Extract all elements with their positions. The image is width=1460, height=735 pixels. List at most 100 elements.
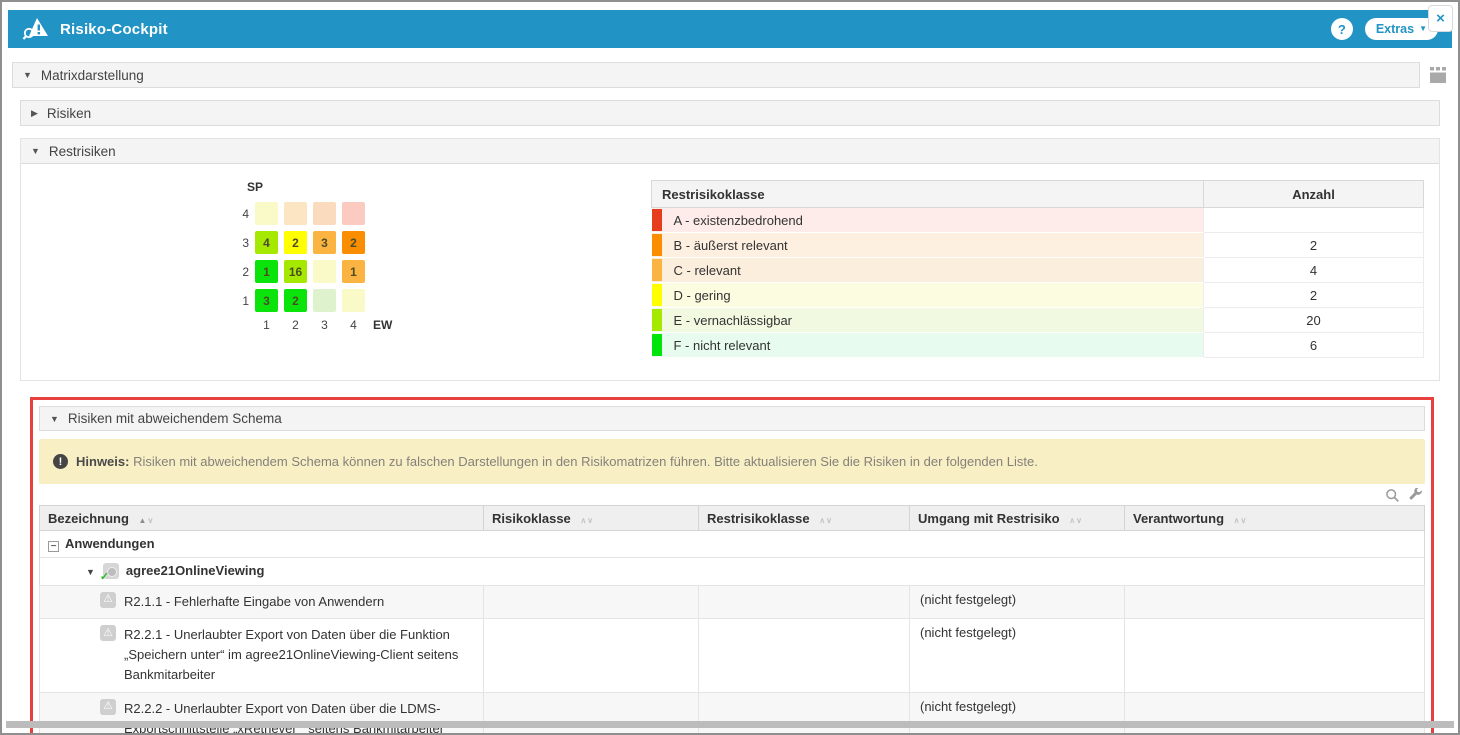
risk-verantwortung	[1125, 586, 1425, 619]
risk-row[interactable]: ⚠ R2.2.2 - Unerlaubter Export von Daten …	[40, 692, 1425, 735]
class-label: E - vernachlässigbar	[674, 313, 793, 328]
matrix-cell: 16	[284, 260, 307, 283]
search-icon[interactable]	[1384, 487, 1400, 503]
risk-restrisikoklasse	[699, 619, 910, 692]
restrisiken-panel: ▼ Restrisiken SP 4 3 4 2 3 2	[20, 138, 1440, 381]
risk-umgang: (nicht festgelegt)	[910, 692, 1125, 735]
class-count	[1204, 208, 1424, 233]
help-button[interactable]: ?	[1331, 18, 1353, 40]
class-count: 2	[1204, 233, 1424, 258]
class-color-chip	[652, 209, 662, 231]
class-color-chip	[652, 234, 662, 256]
collapse-minus-icon[interactable]: −	[48, 541, 59, 552]
expand-caret-icon: ▶	[31, 108, 38, 119]
section-restrisiken-label: Restrisiken	[49, 144, 116, 159]
matrix-cell: 3	[313, 231, 336, 254]
section-schema[interactable]: ▼ Risiken mit abweichendem Schema	[39, 406, 1425, 431]
matrix-cell	[284, 202, 307, 225]
matrix-cell	[313, 289, 336, 312]
table-row: B - äußerst relevant 2	[652, 233, 1424, 258]
class-count: 20	[1204, 308, 1424, 333]
section-risiken-label: Risiken	[47, 106, 91, 121]
risk-search-icon	[22, 17, 52, 41]
hint-text: Hinweis: Risiken mit abweichendem Schema…	[76, 454, 1038, 469]
class-label: B - äußerst relevant	[674, 238, 788, 253]
column-header-umgang[interactable]: Umgang mit Restrisiko ∧∨	[910, 506, 1125, 531]
column-header-bezeichnung[interactable]: Bezeichnung ▲∨	[40, 506, 484, 531]
sort-icons: ∧∨	[1069, 516, 1083, 525]
risk-row[interactable]: ⚠ R2.1.1 - Fehlerhafte Eingabe von Anwen…	[40, 586, 1425, 619]
matrix-view-button[interactable]	[1426, 62, 1450, 88]
matrix-x-axis: 1 2 3 4 EW	[255, 318, 409, 332]
matrix-row-label: 2	[233, 265, 249, 279]
app-row-agree21onlineviewing[interactable]: ▼ ✓ agree21OnlineViewing	[40, 558, 1425, 586]
column-header-restrisikoklasse[interactable]: Restrisikoklasse ∧∨	[699, 506, 910, 531]
risk-umgang: (nicht festgelegt)	[910, 619, 1125, 692]
class-label: F - nicht relevant	[674, 338, 771, 353]
group-row-anwendungen: −Anwendungen	[40, 531, 1425, 558]
risk-warning-icon: ⚠	[100, 625, 116, 641]
section-matrixdarstellung[interactable]: ▼ Matrixdarstellung	[12, 62, 1420, 88]
risk-warning-icon: ⚠	[100, 699, 116, 715]
collapse-caret-icon: ▼	[31, 146, 40, 156]
risk-risikoklasse	[484, 586, 699, 619]
check-icon: ✓	[100, 570, 109, 583]
class-color-chip	[652, 334, 662, 356]
matrix-y-axis-label: SP	[247, 180, 409, 194]
matrix-cell	[255, 202, 278, 225]
matrix-col-label: 3	[313, 318, 336, 332]
risk-restrisikoklasse	[699, 692, 910, 735]
restrisikoklassen-table-wrap: Restrisikoklasse Anzahl A - existenzbedr…	[651, 180, 1424, 358]
info-icon: !	[53, 454, 68, 469]
risk-matrix: SP 4 3 4 2 3 2 2 1 1	[233, 180, 409, 358]
wrench-icon[interactable]	[1407, 487, 1423, 503]
column-header-risikoklasse[interactable]: Risikoklasse ∧∨	[484, 506, 699, 531]
class-count: 2	[1204, 283, 1424, 308]
window-bottom-edge	[6, 721, 1454, 728]
collapse-caret-icon[interactable]: ▼	[86, 567, 95, 577]
matrix-cell	[313, 202, 336, 225]
application-icon: ✓	[103, 563, 119, 579]
matrix-cell	[342, 202, 365, 225]
matrix-cell: 3	[255, 289, 278, 312]
risk-warning-icon: ⚠	[100, 592, 116, 608]
matrix-cell: 2	[342, 231, 365, 254]
risk-risikoklasse	[484, 692, 699, 735]
app-window: Risiko-Cockpit ? Extras ▼ × ▼ Matrixdars…	[0, 0, 1460, 735]
collapse-caret-icon: ▼	[50, 414, 59, 424]
matrix-cell: 4	[255, 231, 278, 254]
matrix-row-sp1: 1 3 2	[233, 289, 409, 312]
matrix-cell: 1	[255, 260, 278, 283]
column-header-verantwortung[interactable]: Verantwortung ∧∨	[1125, 506, 1425, 531]
section-restrisiken[interactable]: ▼ Restrisiken	[21, 139, 1439, 164]
matrix-x-axis-label: EW	[373, 318, 392, 332]
class-label: D - gering	[674, 288, 731, 303]
extras-label: Extras	[1376, 22, 1414, 36]
section-risiken[interactable]: ▶ Risiken	[20, 100, 1440, 126]
matrix-row-sp2: 2 1 16 1	[233, 260, 409, 283]
close-button[interactable]: ×	[1428, 5, 1453, 32]
matrix-col-label: 4	[342, 318, 365, 332]
table-row: E - vernachlässigbar 20	[652, 308, 1424, 333]
table-row: C - relevant 4	[652, 258, 1424, 283]
risk-name: R2.2.2 - Unerlaubter Export von Daten üb…	[124, 701, 444, 735]
class-count: 4	[1204, 258, 1424, 283]
restrisiken-content: SP 4 3 4 2 3 2 2 1 1	[21, 164, 1439, 380]
column-label: Umgang mit Restrisiko	[918, 511, 1060, 526]
collapse-caret-icon: ▼	[23, 70, 32, 80]
app-label: agree21OnlineViewing	[126, 563, 264, 578]
sort-icons: ∧∨	[1234, 516, 1248, 525]
matrix-cell	[313, 260, 336, 283]
matrix-row-label: 4	[233, 207, 249, 221]
matrix-cell: 1	[342, 260, 365, 283]
risk-restrisikoklasse	[699, 586, 910, 619]
table-row: F - nicht relevant 6	[652, 333, 1424, 358]
column-label: Restrisikoklasse	[707, 511, 810, 526]
group-label: Anwendungen	[65, 536, 155, 551]
schema-section-highlighted: ▼ Risiken mit abweichendem Schema ! Hinw…	[30, 397, 1434, 735]
column-header-anzahl: Anzahl	[1204, 181, 1424, 208]
schema-table: Bezeichnung ▲∨ Risikoklasse ∧∨ Restrisik…	[39, 505, 1425, 735]
column-label: Risikoklasse	[492, 511, 571, 526]
risk-row[interactable]: ⚠ R2.2.1 - Unerlaubter Export von Daten …	[40, 619, 1425, 692]
matrix-col-label: 2	[284, 318, 307, 332]
